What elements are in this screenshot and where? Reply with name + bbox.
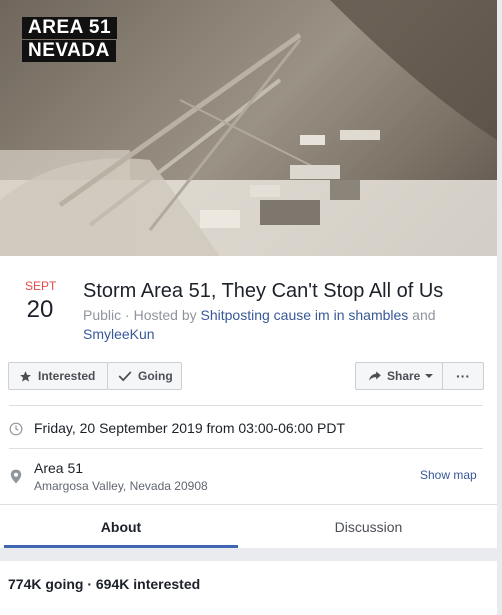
more-dots-icon: ··· [456, 368, 470, 384]
event-host-line: Public · Hosted by Shitposting cause im … [83, 306, 463, 344]
cover-photo[interactable]: AREA 51 NEVADA [0, 0, 497, 256]
attendance-stats-card: 774K going · 694K interested [0, 561, 497, 615]
event-datetime: Friday, 20 September 2019 from 03:00-06:… [34, 420, 346, 436]
event-day: 20 [26, 296, 54, 323]
tab-about-label: About [100, 518, 142, 535]
share-arrow-icon [369, 371, 381, 381]
event-title: Storm Area 51, They Can't Stop All of Us [83, 280, 444, 302]
active-tab-indicator [4, 545, 238, 548]
event-month: SEPT [25, 279, 57, 293]
tab-discussion[interactable]: Discussion [240, 505, 497, 548]
privacy-label: Public [83, 307, 122, 323]
and-label: and [408, 307, 436, 323]
location-name[interactable]: Area 51 [34, 460, 83, 476]
hosted-by-label: · Hosted by [121, 307, 201, 323]
interested-label: Interested [38, 369, 96, 383]
host-link-1[interactable]: Shitposting cause im in shambles [201, 307, 409, 323]
share-button[interactable]: Share [355, 362, 443, 390]
show-map-link[interactable]: Show map [420, 468, 477, 482]
going-label: Going [138, 369, 173, 383]
cover-text-area51: AREA 51 [22, 17, 118, 39]
location-pin-icon [10, 469, 22, 484]
checkmark-icon [118, 371, 132, 382]
tab-discussion-label: Discussion [334, 518, 403, 535]
divider [9, 448, 483, 449]
clock-icon [9, 422, 23, 436]
tab-about[interactable]: About [4, 505, 238, 548]
attendance-stats[interactable]: 774K going · 694K interested [8, 576, 200, 592]
divider [9, 405, 483, 406]
going-button[interactable]: Going [107, 362, 182, 390]
location-address: Amargosa Valley, Nevada 20908 [34, 479, 208, 493]
cover-text-nevada: NEVADA [22, 40, 116, 62]
host-link-2[interactable]: SmyleeKun [83, 326, 155, 342]
star-icon [20, 370, 31, 382]
interested-button[interactable]: Interested [8, 362, 108, 390]
event-page: AREA 51 NEVADA SEPT 20 Storm Area 51, Th… [0, 0, 497, 615]
share-label: Share [387, 369, 421, 383]
more-options-button[interactable]: ··· [442, 362, 484, 390]
event-location-row: Area 51 Amargosa Valley, Nevada 20908 Sh… [0, 460, 497, 496]
caret-down-icon [425, 374, 434, 378]
